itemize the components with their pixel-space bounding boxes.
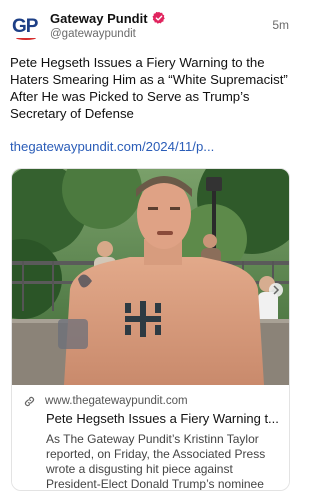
card-domain: www.thegatewaypundit.com [45,395,188,407]
author-handle[interactable]: @gatewaypundit [50,28,136,40]
author-name[interactable]: Gateway Pundit [50,11,148,26]
avatar[interactable]: GP [10,12,42,44]
post-timestamp[interactable]: 5m [272,18,289,32]
avatar-logo-text: GP [12,16,38,37]
avatar-swoosh [16,36,36,40]
card-title[interactable]: Pete Hegseth Issues a Fiery Warning t... [46,411,282,426]
link-preview-card[interactable]: www.thegatewaypundit.com Pete Hegseth Is… [11,168,290,491]
post-link[interactable]: thegatewaypundit.com/2024/11/p... [10,139,292,154]
post-text: Pete Hegseth Issues a Fiery Warning to t… [10,55,288,121]
card-domain-row: www.thegatewaypundit.com [23,394,188,408]
name-row: Gateway Pundit [50,9,166,27]
card-image[interactable] [12,169,289,385]
card-body[interactable]: www.thegatewaypundit.com Pete Hegseth Is… [12,385,289,491]
card-description: As The Gateway Pundit’s Kristinn Taylor … [46,432,266,491]
link-icon [24,396,35,406]
post-header: GP Gateway Pundit @gatewaypundit 5m [10,8,291,46]
card-photo [12,169,289,385]
verified-badge-icon [151,11,165,24]
